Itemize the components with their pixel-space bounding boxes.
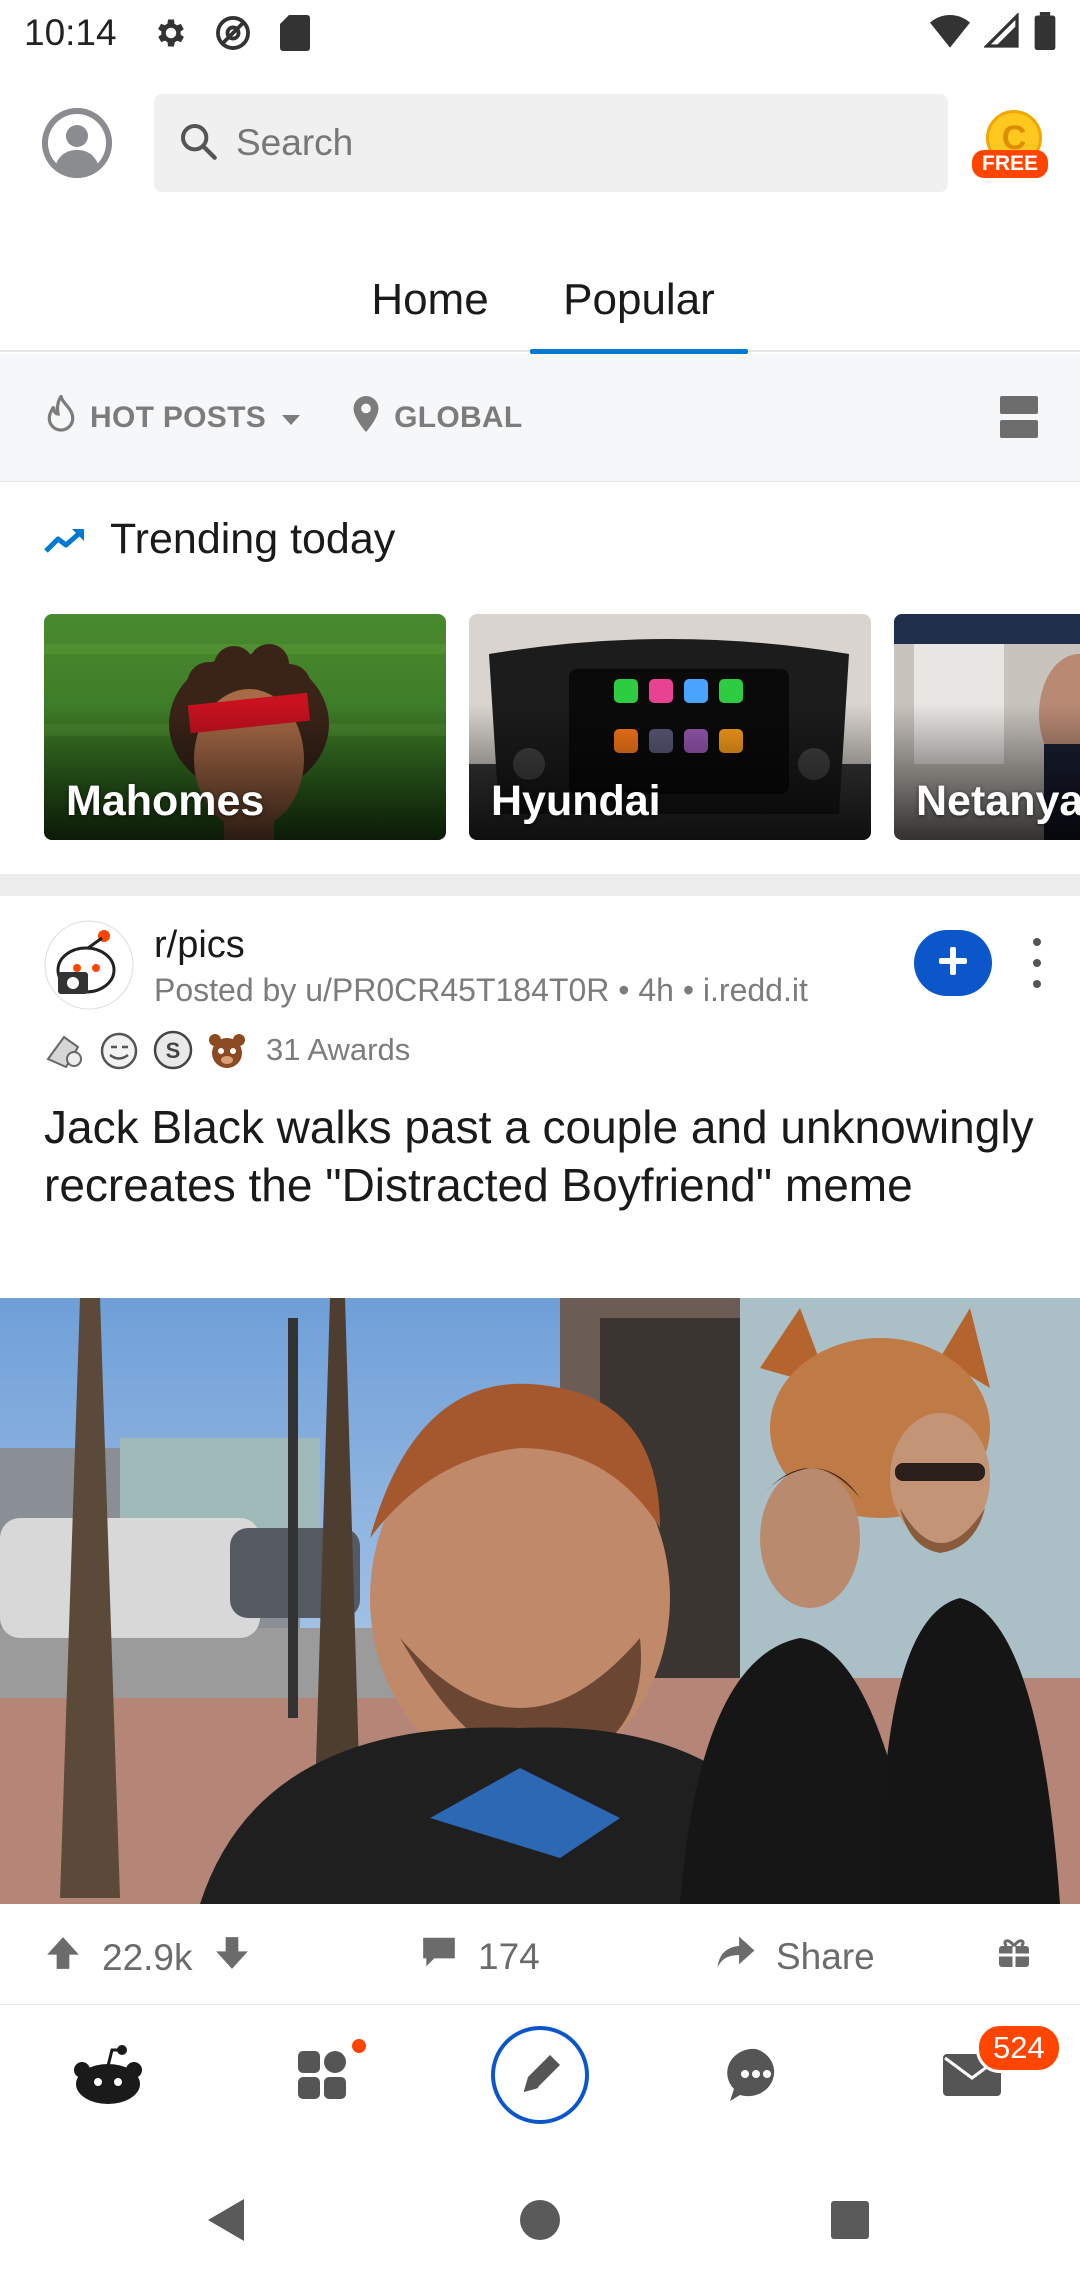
feed-tabs: Home Popular bbox=[0, 248, 1080, 354]
communities-icon bbox=[296, 2047, 352, 2108]
post-header: r/pics Posted by u/PR0CR45T184T0R • 4h •… bbox=[0, 916, 1080, 1016]
recents-square-icon[interactable] bbox=[820, 2190, 880, 2250]
trending-card[interactable]: Mahomes bbox=[44, 614, 446, 840]
awards-count: 31 Awards bbox=[266, 1032, 411, 1067]
trending-title: Trending today bbox=[110, 515, 396, 563]
subreddit-name[interactable]: r/pics bbox=[154, 924, 245, 967]
create-post-icon bbox=[490, 2025, 590, 2130]
awards-row[interactable]: S 31 Awards bbox=[44, 1026, 410, 1074]
at-sign-icon bbox=[213, 13, 253, 53]
sort-dropdown[interactable]: HOT POSTS bbox=[46, 391, 302, 441]
view-toggle-icon[interactable] bbox=[1000, 394, 1038, 440]
downvote-icon[interactable] bbox=[213, 1934, 251, 1981]
nav-create-post[interactable] bbox=[490, 2025, 590, 2130]
award-icon bbox=[44, 1029, 86, 1071]
share-label: Share bbox=[776, 1935, 875, 1977]
post-meta: Posted by u/PR0CR45T184T0R • 4h • i.redd… bbox=[154, 972, 808, 1008]
search-icon bbox=[178, 121, 218, 166]
trending-card[interactable]: Netanya bbox=[894, 614, 1080, 840]
award-icon bbox=[206, 1029, 248, 1071]
share-arrow-icon bbox=[716, 1934, 756, 1979]
post-actions: 22.9k 174 Share bbox=[0, 1924, 1080, 1998]
trending-card-label: Hyundai bbox=[491, 777, 661, 825]
tab-popular[interactable]: Popular bbox=[530, 248, 748, 354]
nav-inbox[interactable]: 524 bbox=[922, 2023, 1062, 2127]
gift-icon bbox=[996, 1934, 1032, 1979]
post-image[interactable] bbox=[0, 1298, 1080, 1904]
status-time: 10:14 bbox=[24, 12, 117, 53]
tab-home[interactable]: Home bbox=[350, 248, 510, 352]
plus-icon bbox=[937, 945, 969, 982]
trending-header: Trending today bbox=[44, 515, 395, 564]
notification-dot bbox=[352, 2039, 366, 2053]
bottom-nav: 524 bbox=[0, 2004, 1080, 2144]
more-options-icon[interactable] bbox=[1022, 938, 1052, 988]
give-award-button[interactable] bbox=[996, 1934, 1032, 1979]
comments-button[interactable]: 174 bbox=[420, 1934, 540, 1979]
home-icon bbox=[72, 2044, 144, 2111]
post-title[interactable]: Jack Black walks past a couple and unkno… bbox=[44, 1098, 1044, 1214]
trending-carousel: Mahomes Hyundai Netanya bbox=[0, 614, 1080, 842]
search-input[interactable] bbox=[236, 122, 836, 164]
location-label: GLOBAL bbox=[394, 400, 523, 434]
trending-arrow-icon bbox=[44, 515, 86, 564]
trending-card[interactable]: Hyundai bbox=[469, 614, 871, 840]
coins-button[interactable]: C FREE bbox=[970, 110, 1060, 190]
share-button[interactable]: Share bbox=[716, 1934, 875, 1979]
gear-icon bbox=[151, 13, 191, 53]
search-bar[interactable] bbox=[154, 94, 948, 192]
location-filter[interactable]: GLOBAL bbox=[352, 395, 523, 440]
chat-icon bbox=[726, 2045, 786, 2110]
wifi-icon bbox=[930, 14, 970, 53]
upvote-icon[interactable] bbox=[44, 1934, 82, 1981]
signal-icon bbox=[983, 11, 1020, 54]
vote-group: 22.9k bbox=[44, 1934, 251, 1981]
location-pin-icon bbox=[352, 395, 380, 440]
trending-card-label: Mahomes bbox=[66, 777, 265, 825]
status-bar: 10:14 bbox=[0, 0, 1080, 66]
caret-down-icon bbox=[280, 401, 302, 435]
nav-chat[interactable] bbox=[706, 2027, 806, 2127]
sd-card-icon bbox=[275, 13, 315, 53]
back-icon[interactable] bbox=[196, 2190, 256, 2250]
system-nav-bar bbox=[0, 2150, 1080, 2280]
free-badge: FREE bbox=[972, 150, 1049, 178]
flame-icon bbox=[46, 391, 76, 441]
comment-icon bbox=[420, 1934, 458, 1979]
battery-icon bbox=[1034, 11, 1056, 55]
inbox-badge: 524 bbox=[976, 2023, 1062, 2073]
nav-communities[interactable] bbox=[274, 2027, 374, 2127]
status-right-icons bbox=[930, 11, 1056, 55]
comment-count: 174 bbox=[478, 1935, 540, 1977]
sort-label: HOT POSTS bbox=[90, 400, 267, 434]
nav-home[interactable] bbox=[58, 2027, 158, 2127]
svg-text:S: S bbox=[166, 1038, 181, 1063]
award-icon: S bbox=[152, 1029, 194, 1071]
upvote-count: 22.9k bbox=[102, 1936, 193, 1978]
avatar[interactable] bbox=[42, 108, 112, 178]
trending-card-label: Netanya bbox=[916, 777, 1080, 825]
subreddit-icon[interactable] bbox=[44, 920, 134, 1010]
home-circle-icon[interactable] bbox=[510, 2190, 570, 2250]
join-button[interactable] bbox=[914, 930, 992, 996]
award-icon bbox=[98, 1029, 140, 1071]
top-bar: C FREE bbox=[0, 90, 1080, 196]
section-divider bbox=[0, 874, 1080, 896]
filter-bar: HOT POSTS GLOBAL bbox=[0, 354, 1080, 482]
